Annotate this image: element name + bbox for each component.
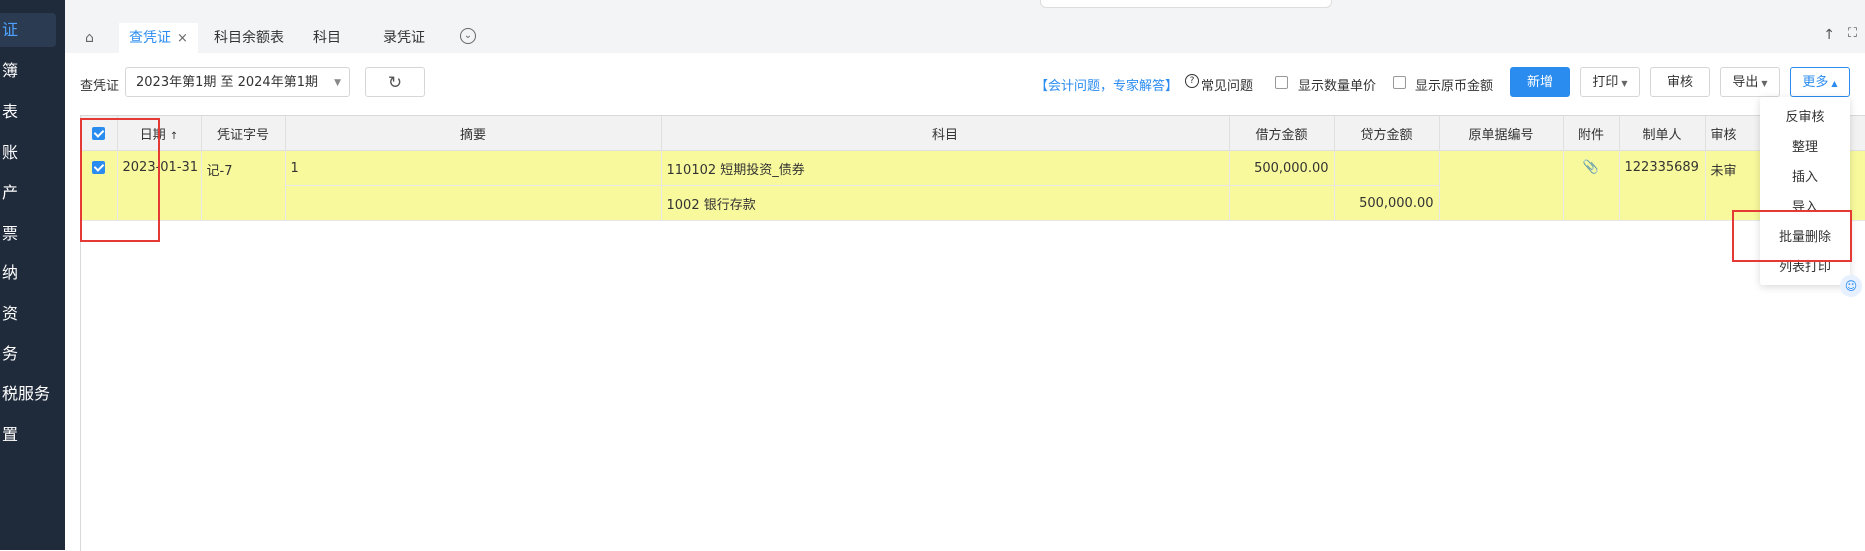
toolbar: 查凭证 2023年第1期 至 2024年第1期 ▼ ↻ 【会计问题，专家解答】 … (65, 53, 1865, 115)
sidebar-item-voucher[interactable]: 证 (0, 13, 56, 47)
cell-voucher[interactable]: 记-7 (201, 150, 286, 221)
cell-credit: 500,000.00 (1334, 185, 1440, 221)
sidebar-item-tax[interactable]: 纳 (0, 256, 65, 290)
more-button[interactable]: 更多 ▲ (1790, 67, 1850, 97)
period-select[interactable]: 2023年第1期 至 2024年第1期 ▼ (125, 67, 350, 97)
sidebar-item-finance[interactable]: 务 (0, 337, 65, 371)
sidebar-item-report[interactable]: 表 (0, 95, 65, 129)
show-orig-label: 显示原币金额 (1415, 79, 1494, 94)
cell-summary: 1 (285, 150, 662, 186)
scroll-top-icon[interactable]: ↑ (1823, 27, 1835, 43)
refresh-icon: ↻ (387, 73, 403, 93)
show-qty-label: 显示数量单价 (1298, 79, 1377, 94)
expert-consult-link[interactable]: 【会计问题，专家解答】 (1035, 75, 1178, 94)
cell-debit (1229, 185, 1335, 221)
cell-debit: 500,000.00 (1229, 150, 1335, 186)
sidebar-item-tax-service[interactable]: 税服务 (0, 377, 65, 411)
sidebar-item-settings[interactable]: 置 (0, 418, 65, 452)
col-account: 科目 (661, 116, 1230, 151)
tab-account-balance[interactable]: 科目余额表 (204, 23, 294, 53)
annotation-box-batch-delete (1732, 210, 1852, 262)
close-icon[interactable]: × (177, 31, 188, 46)
caret-down-icon: ▼ (1761, 79, 1768, 88)
menu-item-insert[interactable]: 插入 (1760, 167, 1850, 189)
menu-item-organize[interactable]: 整理 (1760, 137, 1850, 159)
menu-item-unaudit[interactable]: 反审核 (1760, 107, 1850, 129)
sidebar-item-account[interactable]: 账 (0, 136, 65, 170)
sidebar-item-asset[interactable]: 产 (0, 176, 65, 210)
caret-down-icon: ▼ (1621, 79, 1628, 88)
col-maker: 制单人 (1619, 116, 1706, 151)
col-orig-no: 原单据编号 (1439, 116, 1564, 151)
tab-accounts[interactable]: 科目 (303, 23, 351, 53)
voucher-table: 日期 ↑ 凭证字号 摘要 科目 借方金额 贷方金额 原单据编号 附件 制单人 审… (80, 115, 1865, 551)
cell-account: 110102 短期投资_债券 (661, 150, 1230, 186)
fullscreen-icon[interactable]: ⛶ (1848, 26, 1857, 41)
table-row[interactable]: 2023-01-31 记-7 1 110102 短期投资_债券 500,000.… (81, 150, 1865, 221)
tab-voucher-query[interactable]: 查凭证 × (119, 23, 198, 53)
cell-summary (285, 185, 662, 221)
assistant-icon[interactable]: ☺ (1840, 275, 1862, 297)
col-credit: 贷方金额 (1334, 116, 1440, 151)
table-header: 日期 ↑ 凭证字号 摘要 科目 借方金额 贷方金额 原单据编号 附件 制单人 审… (81, 116, 1865, 151)
col-attach: 附件 (1563, 116, 1620, 151)
sidebar-item-invoice[interactable]: 票 (0, 217, 65, 251)
more-label: 更多 (1802, 75, 1829, 90)
refresh-button[interactable]: ↻ (365, 67, 425, 97)
show-qty-checkbox[interactable] (1275, 76, 1288, 89)
annotation-box-checkbox (80, 118, 160, 242)
chevron-down-circle-icon[interactable]: ⌄ (460, 28, 476, 44)
query-label: 查凭证 (80, 79, 120, 94)
global-search-input[interactable] (1040, 0, 1332, 8)
cell-maker: 122335689 (1619, 150, 1706, 221)
show-orig-checkbox[interactable] (1393, 76, 1406, 89)
question-icon: ? (1185, 74, 1199, 88)
sort-up-icon[interactable]: ↑ (170, 131, 178, 142)
cell-orig-no (1439, 150, 1564, 221)
add-button[interactable]: 新增 (1510, 67, 1570, 97)
caret-up-icon: ▲ (1831, 79, 1838, 88)
period-value: 2023年第1期 至 2024年第1期 (136, 75, 318, 90)
audit-button[interactable]: 审核 (1650, 67, 1710, 97)
export-label: 导出 (1732, 75, 1759, 90)
col-voucher: 凭证字号 (201, 116, 286, 151)
sidebar-item-capital[interactable]: 资 (0, 297, 65, 331)
tab-enter-voucher[interactable]: 录凭证 (373, 23, 435, 53)
col-debit: 借方金额 (1229, 116, 1335, 151)
caret-down-icon: ▼ (334, 78, 341, 88)
col-summary: 摘要 (285, 116, 662, 151)
print-button[interactable]: 打印 ▼ (1580, 67, 1640, 97)
sidebar-item-ledger[interactable]: 簿 (0, 54, 65, 88)
print-label: 打印 (1592, 75, 1619, 90)
export-button[interactable]: 导出 ▼ (1720, 67, 1780, 97)
faq-link[interactable]: 常见问题 (1201, 75, 1253, 94)
home-icon[interactable]: ⌂ (85, 30, 94, 46)
cell-credit (1334, 150, 1440, 186)
sidebar: 证 簿 表 账 产 票 纳 资 务 税服务 置 (0, 0, 65, 550)
top-bar (65, 0, 1865, 19)
tab-bar: ⌂ 查凭证 × 科目余额表 科目 录凭证 ⌄ ↑ ⛶ (65, 18, 1865, 53)
tab-label: 查凭证 (129, 30, 171, 46)
paperclip-icon[interactable]: 📎 (1563, 150, 1620, 221)
cell-account: 1002 银行存款 (661, 185, 1230, 221)
